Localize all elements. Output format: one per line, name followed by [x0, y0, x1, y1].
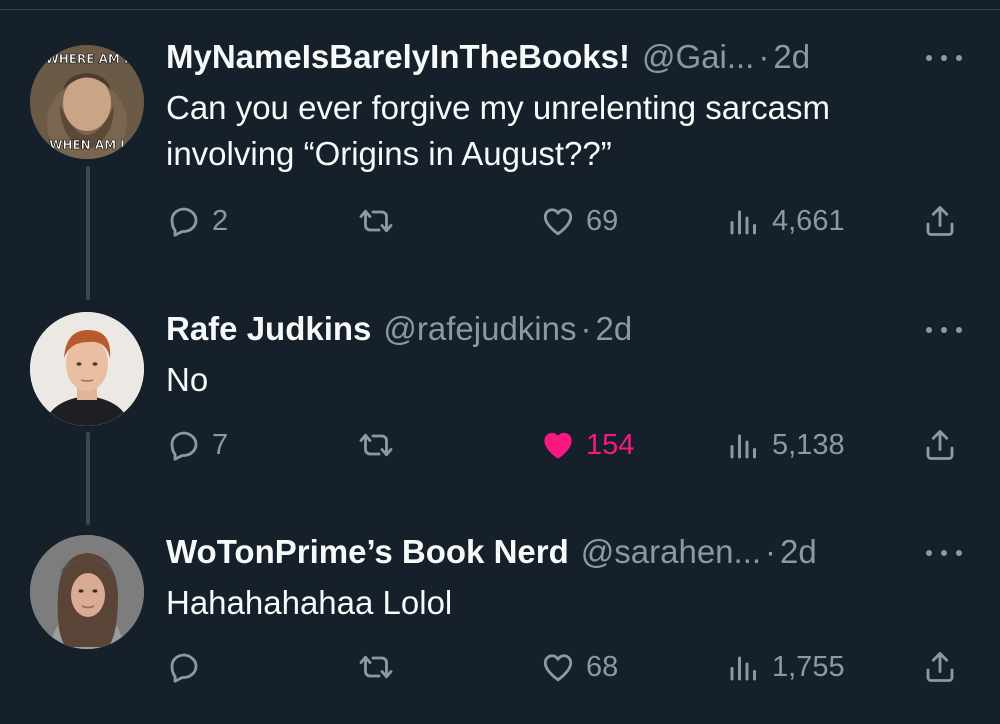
tweet-header: MyNameIsBarelyInTheBooks! @Gai... · 2d — [166, 38, 810, 78]
retweet-icon — [359, 433, 393, 457]
views-icon — [730, 210, 756, 235]
reply-button[interactable]: 7 — [166, 427, 228, 463]
timestamp[interactable]: 2d — [773, 38, 810, 76]
timestamp[interactable]: 2d — [596, 310, 633, 348]
retweet-button[interactable] — [358, 203, 404, 239]
reply-icon — [170, 207, 198, 237]
action-bar: 2 69 4,661 — [0, 203, 1000, 243]
more-icon[interactable] — [926, 48, 962, 68]
like-count: 68 — [586, 650, 619, 683]
tweet-header: Rafe Judkins @rafejudkins · 2d — [166, 310, 632, 350]
like-icon — [543, 208, 573, 236]
views-count: 5,138 — [772, 428, 845, 461]
timestamp[interactable]: 2d — [780, 533, 817, 571]
svg-text:WHERE AM I: WHERE AM I — [46, 52, 129, 66]
like-count: 154 — [586, 428, 635, 461]
like-button[interactable]: 69 — [540, 203, 618, 239]
views-button[interactable]: 4,661 — [726, 203, 845, 239]
separator-dot: · — [580, 310, 592, 347]
tweet-2[interactable]: Rafe Judkins @rafejudkins · 2d No 7 154 … — [0, 300, 1000, 525]
tweet-header: WoTonPrime’s Book Nerd @sarahen... · 2d — [166, 533, 817, 573]
reply-count: 2 — [212, 204, 229, 237]
views-count: 4,661 — [772, 204, 845, 237]
handle[interactable]: @sarahen... — [581, 533, 761, 571]
tweet-text: Hahahahahaa Lolol — [166, 584, 453, 621]
retweet-button[interactable] — [358, 427, 404, 463]
handle[interactable]: @Gai... — [642, 38, 754, 76]
reply-button[interactable]: 2 — [166, 203, 228, 239]
retweet-icon — [359, 209, 393, 233]
views-button[interactable]: 1,755 — [726, 649, 845, 685]
handle[interactable]: @rafejudkins — [383, 310, 576, 348]
svg-text:WHEN AM I: WHEN AM I — [49, 138, 125, 152]
display-name[interactable]: MyNameIsBarelyInTheBooks! — [166, 38, 630, 76]
views-icon — [730, 656, 756, 681]
like-button[interactable]: 154 — [540, 427, 634, 463]
avatar[interactable] — [30, 535, 144, 649]
views-icon — [730, 434, 756, 459]
share-button[interactable] — [922, 427, 958, 463]
action-bar: 68 1,755 — [0, 649, 1000, 689]
reply-count: 7 — [212, 428, 229, 461]
tweet-1[interactable]: WHERE AM I WHEN AM I MyNameIsBarelyInThe… — [0, 0, 1000, 300]
display-name[interactable]: WoTonPrime’s Book Nerd — [166, 533, 569, 571]
action-bar: 7 154 5,138 — [0, 427, 1000, 467]
display-name[interactable]: Rafe Judkins — [166, 310, 371, 348]
share-icon — [926, 206, 954, 236]
tweet-text: No — [166, 361, 209, 398]
retweet-icon — [359, 655, 393, 679]
views-count: 1,755 — [772, 650, 845, 683]
views-button[interactable]: 5,138 — [726, 427, 845, 463]
reply-button[interactable] — [166, 649, 212, 685]
share-button[interactable] — [922, 649, 958, 685]
tweet-3[interactable]: WoTonPrime’s Book Nerd @sarahen... · 2d … — [0, 525, 1000, 724]
avatar[interactable] — [30, 312, 144, 426]
like-icon — [544, 432, 572, 459]
share-button[interactable] — [922, 203, 958, 239]
tweet-text: Can you ever forgive my unrelenting sarc… — [166, 89, 830, 172]
avatar[interactable]: WHERE AM I WHEN AM I — [30, 45, 144, 159]
more-icon[interactable] — [926, 543, 962, 563]
reply-icon — [170, 431, 198, 461]
like-icon — [543, 654, 573, 682]
share-icon — [926, 652, 954, 682]
like-count: 69 — [586, 204, 619, 237]
like-button[interactable]: 68 — [540, 649, 618, 685]
reply-icon — [170, 653, 198, 683]
share-icon — [926, 430, 954, 460]
retweet-button[interactable] — [358, 649, 404, 685]
more-icon[interactable] — [926, 320, 962, 340]
separator-dot: · — [765, 533, 777, 570]
separator-dot: · — [758, 38, 770, 75]
